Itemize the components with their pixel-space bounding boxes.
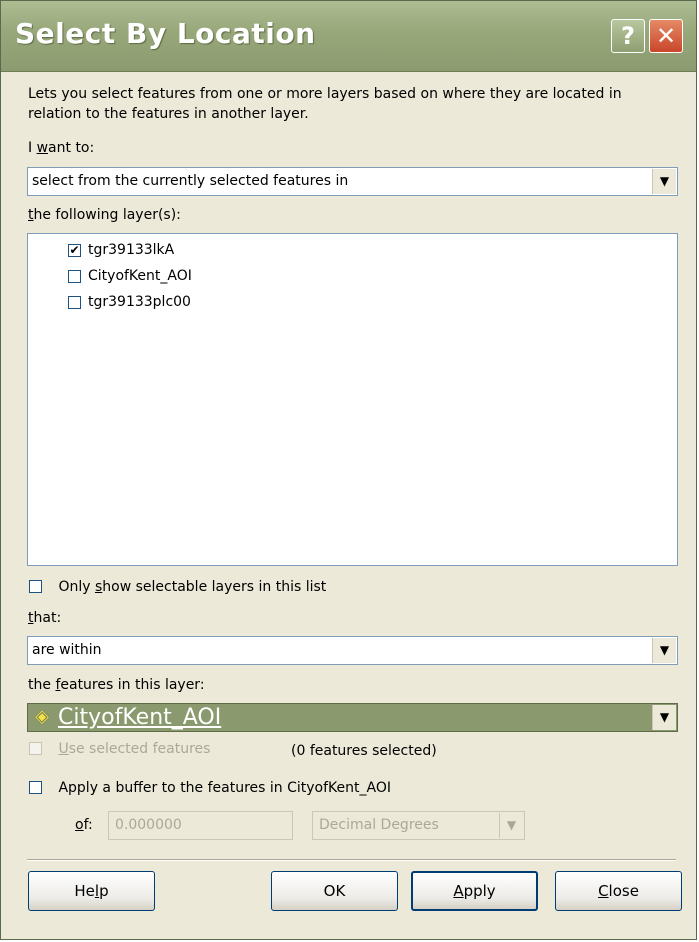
chevron-down-icon[interactable]: ▼ xyxy=(652,169,676,194)
buffer-units-value: Decimal Degrees xyxy=(319,817,439,833)
chevron-down-icon[interactable]: ▼ xyxy=(499,813,523,838)
title-bar[interactable]: Select By Location ? ✕ xyxy=(1,1,696,72)
help-title-button[interactable]: ? xyxy=(611,19,645,53)
layer-item-label: tgr39133plc00 xyxy=(88,294,191,310)
selection-method-value: select from the currently selected featu… xyxy=(32,173,349,189)
select-by-location-dialog: Select By Location ? ✕ Lets you select f… xyxy=(0,0,697,940)
close-button[interactable]: Close xyxy=(555,871,682,911)
only-selectable-label: Only show selectable layers in this list xyxy=(58,579,327,595)
source-layer-dropdown[interactable]: ◈ CityofKent_AOI ▼ xyxy=(27,703,678,732)
ok-button[interactable]: OK xyxy=(271,871,398,911)
chevron-down-icon[interactable]: ▼ xyxy=(652,705,676,730)
use-selected-option[interactable]: Use selected features xyxy=(29,741,210,757)
layer-checkbox-tgr39133plc00[interactable] xyxy=(68,296,81,309)
button-separator xyxy=(27,859,676,861)
buffer-distance-input[interactable]: 0.000000 xyxy=(108,811,293,840)
source-layer-value: CityofKent_AOI xyxy=(58,705,222,730)
apply-buffer-option[interactable]: Apply a buffer to the features in Cityof… xyxy=(29,780,391,796)
that-label: that: xyxy=(28,610,62,626)
dialog-title: Select By Location xyxy=(15,17,316,50)
apply-button[interactable]: Apply xyxy=(411,871,538,911)
layers-label: the following layer(s): xyxy=(28,207,181,223)
target-layers-list[interactable]: ✔ tgr39133lkA CityofKent_AOI tgr39133plc… xyxy=(27,233,678,566)
i-want-to-label: I want to: xyxy=(28,140,95,156)
buffer-of-label: of: xyxy=(75,817,93,833)
apply-buffer-checkbox[interactable] xyxy=(29,781,42,794)
dialog-description: Lets you select features from one or mor… xyxy=(28,86,622,122)
buffer-distance-value: 0.000000 xyxy=(115,817,182,833)
selection-method-dropdown[interactable]: select from the currently selected featu… xyxy=(27,167,678,196)
apply-buffer-label: Apply a buffer to the features in Cityof… xyxy=(58,780,391,796)
only-selectable-option[interactable]: Only show selectable layers in this list xyxy=(29,579,326,595)
only-selectable-checkbox[interactable] xyxy=(29,580,42,593)
selected-count-text: (0 features selected) xyxy=(291,743,437,759)
chevron-down-icon[interactable]: ▼ xyxy=(652,638,676,663)
spatial-relationship-value: are within xyxy=(32,642,102,658)
dialog-content: Lets you select features from one or mor… xyxy=(1,71,696,939)
spatial-relationship-dropdown[interactable]: are within ▼ xyxy=(27,636,678,665)
help-button[interactable]: Help xyxy=(28,871,155,911)
layer-item-label: CityofKent_AOI xyxy=(88,268,192,284)
features-layer-label: the features in this layer: xyxy=(28,677,205,693)
close-title-button[interactable]: ✕ xyxy=(649,19,683,53)
layer-checkbox-tgr39133lka[interactable]: ✔ xyxy=(68,244,81,257)
polygon-layer-icon: ◈ xyxy=(35,706,49,727)
layer-item-label: tgr39133lkA xyxy=(88,242,175,258)
use-selected-label: Use selected features xyxy=(58,741,211,757)
use-selected-checkbox[interactable] xyxy=(29,742,42,755)
buffer-units-dropdown[interactable]: Decimal Degrees ▼ xyxy=(312,811,525,840)
layer-checkbox-cityofkent-aoi[interactable] xyxy=(68,270,81,283)
